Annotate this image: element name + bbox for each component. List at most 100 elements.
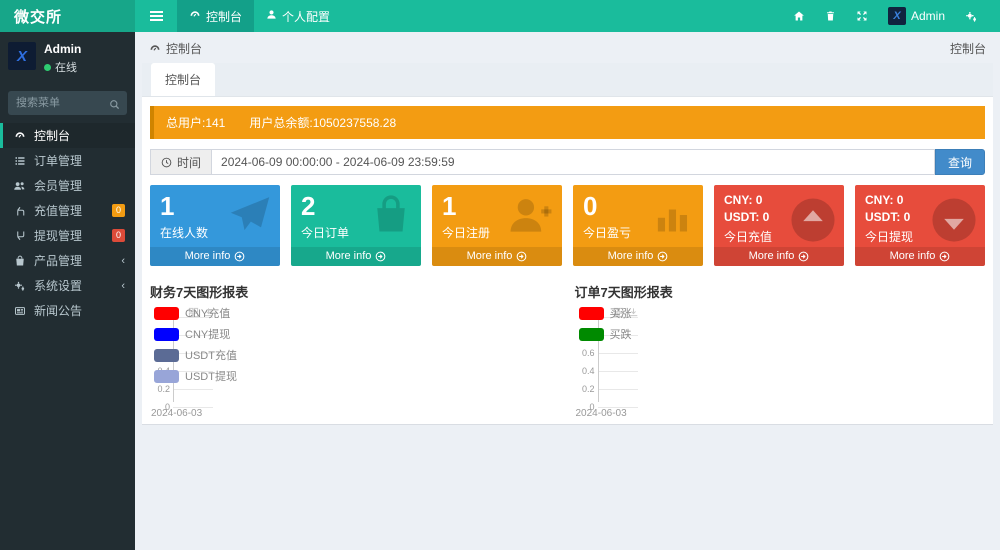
home-button[interactable]: [783, 10, 815, 22]
sidebar-avatar: X: [8, 42, 36, 70]
breadcrumb-right: 控制台: [950, 40, 986, 57]
newspaper-icon: [13, 305, 26, 317]
chevron-left-icon: ‹: [121, 280, 125, 292]
top-header: 微交所 控制台 个人配置 X Ad: [0, 0, 1000, 32]
brand-logo[interactable]: 微交所: [0, 0, 135, 32]
paper-plane-icon: [228, 193, 272, 242]
main-content: 控制台 控制台 控制台 总用户:141 用户总余额:1050237558.28 …: [135, 32, 1000, 550]
orders-chart-legend[interactable]: 买涨 买跌: [579, 306, 632, 348]
arrow-circle-right-icon: [657, 251, 668, 262]
withdraw-badge: 0: [112, 229, 125, 242]
top-navbar: 控制台 个人配置 X Admin: [135, 0, 1000, 32]
orders-chart: 订单7天图形报表 1 0.8 0.6 0.4 0.2 0: [575, 282, 986, 432]
expand-icon: [856, 10, 868, 22]
time-filter: 时间 查询: [150, 149, 985, 175]
sidebar-item-products[interactable]: 产品管理 ‹: [0, 248, 135, 273]
arrow-circle-up-icon: [790, 197, 836, 248]
dashboard-icon: [189, 9, 201, 24]
sidebar: X Admin 在线 控制台 订单管理: [0, 32, 135, 550]
sidebar-search: [8, 91, 127, 115]
sidebar-menu: 控制台 订单管理 会员管理 充值管理 0 提现管理 0 产: [0, 123, 135, 323]
finance-chart-title: 财务7天图形报表: [150, 282, 561, 301]
x-axis-label: 2024-06-03: [151, 408, 202, 419]
online-status-dot: [44, 64, 51, 71]
time-label: 时间: [150, 149, 211, 175]
tab-content: 总用户:141 用户总余额:1050237558.28 时间 查询 1: [142, 97, 993, 425]
user-icon: [266, 9, 277, 23]
more-info-link[interactable]: More info: [291, 247, 421, 266]
hand-recharge-icon: [13, 205, 26, 217]
nav-profile[interactable]: 个人配置: [254, 0, 342, 32]
x-axis-label: 2024-06-03: [576, 408, 627, 419]
arrow-circle-right-icon: [939, 251, 950, 262]
arrow-circle-right-icon: [798, 251, 809, 262]
finance-chart-legend[interactable]: CNY充值 CNY提现 USDT充值 USDT提现: [154, 306, 237, 390]
more-info-link[interactable]: More info: [150, 247, 280, 266]
sidebar-user-status: 在线: [44, 59, 81, 75]
sidebar-item-withdraw[interactable]: 提现管理 0: [0, 223, 135, 248]
online-users-box: 1 在线人数 More info: [150, 185, 280, 266]
chevron-left-icon: ‹: [121, 255, 125, 267]
search-icon[interactable]: [109, 97, 120, 115]
today-registrations-box: 1 今日注册 More info: [432, 185, 562, 266]
breadcrumb: 控制台 控制台: [135, 32, 1000, 63]
navbar-right: X Admin: [783, 0, 1000, 32]
total-balance: 用户总余额:1050237558.28: [249, 114, 396, 131]
today-deposit-box: CNY: 0 USDT: 0 今日充值 More info: [714, 185, 844, 266]
sidebar-item-console[interactable]: 控制台: [0, 123, 135, 148]
more-info-link[interactable]: More info: [432, 247, 562, 266]
user-plus-icon: [508, 193, 554, 242]
today-orders-box: 2 今日订单 More info: [291, 185, 421, 266]
clear-cache-button[interactable]: [815, 10, 846, 22]
more-info-link[interactable]: More info: [573, 247, 703, 266]
breadcrumb-left[interactable]: 控制台: [166, 40, 202, 57]
sidebar-user-panel: X Admin 在线: [0, 32, 135, 85]
total-users: 总用户:141: [166, 114, 225, 131]
query-button[interactable]: 查询: [935, 149, 985, 175]
cogs-icon: [965, 10, 978, 23]
hand-withdraw-icon: [13, 230, 26, 242]
user-menu[interactable]: X Admin: [878, 7, 955, 25]
sidebar-user-name: Admin: [44, 42, 81, 56]
sidebar-toggle-icon[interactable]: [135, 0, 177, 32]
stats-banner: 总用户:141 用户总余额:1050237558.28: [150, 106, 985, 139]
tab-bar: 控制台: [142, 63, 993, 97]
shopping-bag-icon: [369, 193, 413, 242]
sidebar-item-orders[interactable]: 订单管理: [0, 148, 135, 173]
arrow-circle-right-icon: [234, 251, 245, 262]
nav-console[interactable]: 控制台: [177, 0, 254, 32]
cogs-icon: [13, 280, 26, 292]
arrow-circle-right-icon: [375, 251, 386, 262]
date-range-input[interactable]: [211, 149, 935, 175]
sidebar-item-news[interactable]: 新闻公告: [0, 298, 135, 323]
more-info-link[interactable]: More info: [855, 247, 985, 266]
list-icon: [13, 155, 26, 167]
sidebar-item-recharge[interactable]: 充值管理 0: [0, 198, 135, 223]
sidebar-item-settings[interactable]: 系统设置 ‹: [0, 273, 135, 298]
orders-chart-title: 订单7天图形报表: [575, 282, 986, 301]
tab-panel: 控制台 总用户:141 用户总余额:1050237558.28 时间 查询: [142, 63, 993, 425]
fullscreen-button[interactable]: [846, 10, 878, 22]
dashboard-icon: [13, 130, 26, 142]
users-icon: [13, 180, 26, 192]
finance-chart: 财务7天图形报表 1 0.8 0.6 0.4 0.2 0: [150, 282, 561, 432]
clock-icon: [161, 157, 172, 168]
more-info-link[interactable]: More info: [714, 247, 844, 266]
recharge-badge: 0: [112, 204, 125, 217]
tab-console[interactable]: 控制台: [151, 63, 215, 96]
bar-chart-icon: [651, 193, 695, 242]
settings-button[interactable]: [955, 10, 988, 23]
today-pnl-box: 0 今日盈亏 More info: [573, 185, 703, 266]
nav-profile-label: 个人配置: [282, 8, 330, 25]
sidebar-item-members[interactable]: 会员管理: [0, 173, 135, 198]
arrow-circle-right-icon: [516, 251, 527, 262]
arrow-circle-down-icon: [931, 197, 977, 248]
nav-console-label: 控制台: [206, 8, 242, 25]
finance-chart-plot[interactable]: 1 0.8 0.6 0.4 0.2 0 2024-06-03: [150, 304, 561, 428]
user-avatar: X: [888, 7, 906, 25]
today-withdraw-box: CNY: 0 USDT: 0 今日提现 More info: [855, 185, 985, 266]
user-name-label: Admin: [911, 9, 945, 23]
charts-row: 财务7天图形报表 1 0.8 0.6 0.4 0.2 0: [150, 282, 985, 432]
orders-chart-plot[interactable]: 1 0.8 0.6 0.4 0.2 0 2024-06-03: [575, 304, 986, 428]
info-boxes: 1 在线人数 More info 2 今日订单: [150, 185, 985, 266]
